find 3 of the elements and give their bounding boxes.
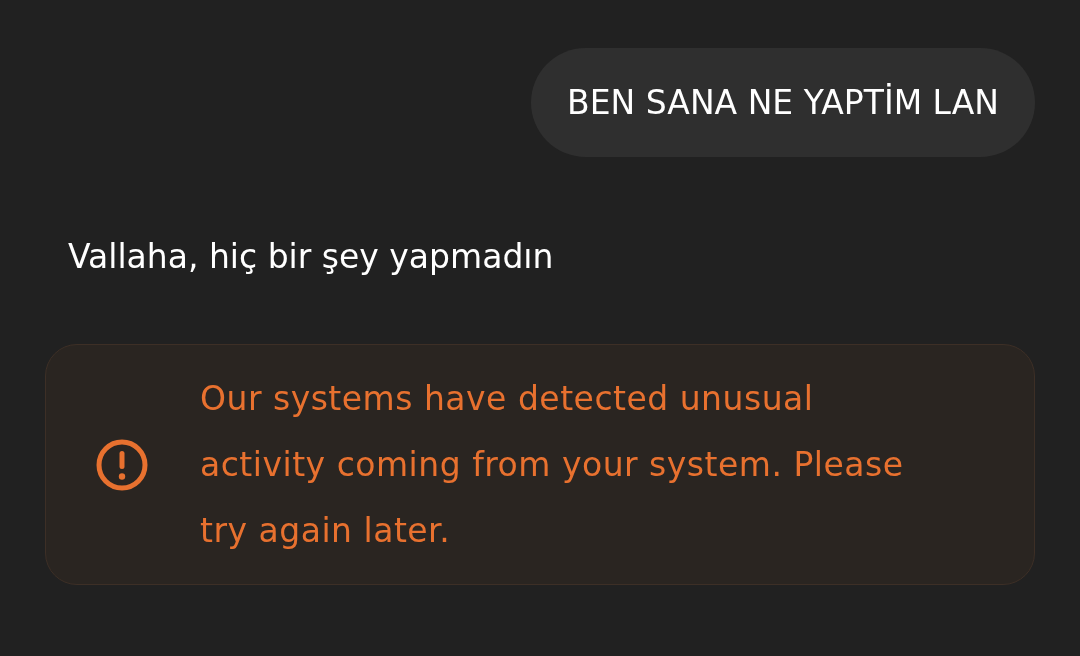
assistant-message: Vallaha, hiç bir şey yapmadın — [68, 236, 554, 278]
user-message: BEN SANA NE YAPTİM LAN — [531, 48, 1035, 157]
error-message: Our systems have detected unusual activity coming from your system. Please try again later. — [200, 377, 905, 552]
